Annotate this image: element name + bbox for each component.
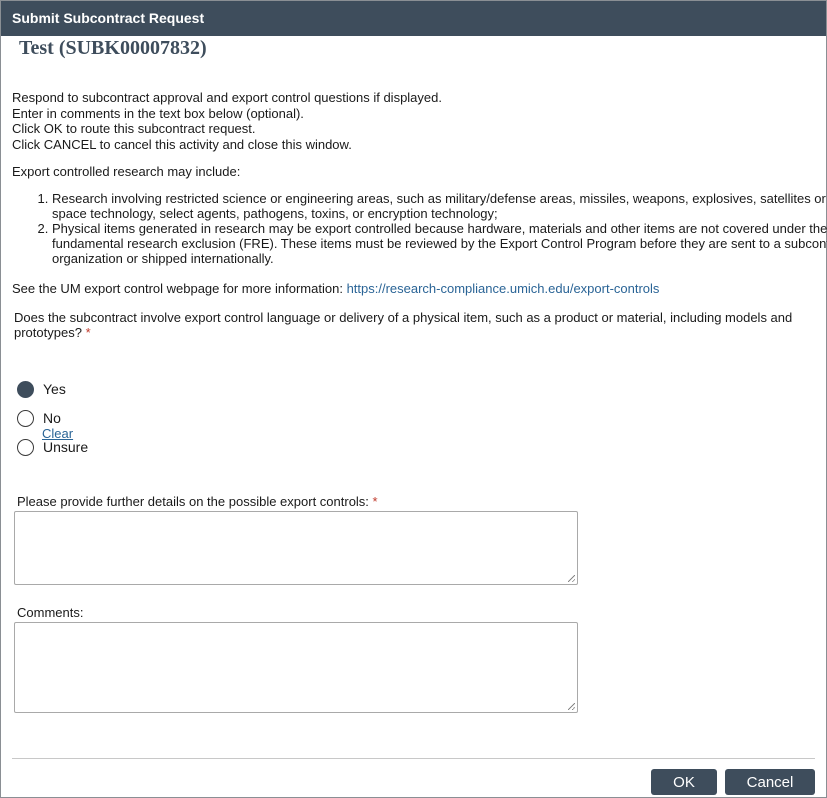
radio-option-no[interactable]: No [17, 408, 61, 428]
submit-subcontract-dialog: Submit Subcontract Request Test (SUBK000… [0, 0, 827, 798]
comments-textarea[interactable] [14, 622, 578, 713]
instructions: Respond to subcontract approval and expo… [12, 90, 812, 152]
required-marker: * [372, 494, 378, 509]
export-controls-item: Research involving restricted science or… [52, 191, 827, 221]
instruction-line: Enter in comments in the text box below … [12, 105, 304, 121]
details-textarea[interactable] [14, 511, 578, 585]
instruction-line: Click CANCEL to cancel this activity and… [12, 136, 352, 152]
radio-button-checked[interactable] [17, 380, 34, 398]
export-question-text: Does the subcontract involve export cont… [14, 310, 793, 340]
radio-label-no: No [43, 410, 61, 426]
comments-field-label: Comments: [17, 605, 84, 620]
export-controls-item: Physical items generated in research may… [52, 221, 827, 266]
export-controls-title: Export controlled research may include: [12, 164, 241, 179]
radio-button[interactable] [17, 409, 34, 427]
dialog-title: Submit Subcontract Request [1, 1, 826, 36]
more-info-text: See the UM export control webpage for mo… [12, 281, 347, 296]
resize-handle-icon[interactable] [568, 703, 575, 710]
more-info: See the UM export control webpage for mo… [12, 281, 659, 296]
required-marker: * [85, 325, 91, 340]
page-heading: Test (SUBK00007832) [19, 37, 207, 59]
radio-label-unsure: Unsure [43, 439, 89, 455]
radio-label-yes: Yes [43, 381, 66, 397]
radio-button[interactable] [17, 438, 34, 456]
details-label-text: Please provide further details on the po… [17, 494, 373, 509]
export-controls-link[interactable]: https://research-compliance.umich.edu/ex… [347, 281, 660, 296]
resize-handle-icon[interactable] [568, 575, 575, 582]
clear-selection-link[interactable]: Clear [42, 426, 73, 441]
cancel-button[interactable]: Cancel [725, 769, 815, 795]
ok-button[interactable]: OK [651, 769, 717, 795]
footer-divider [12, 758, 815, 759]
export-question: Does the subcontract involve export cont… [14, 310, 819, 340]
instruction-line: Respond to subcontract approval and expo… [12, 90, 442, 105]
export-controls-list: Research involving restricted science or… [12, 191, 827, 266]
details-field-label: Please provide further details on the po… [17, 494, 378, 509]
instruction-line: Click OK to route this subcontract reque… [12, 121, 256, 136]
radio-option-yes[interactable]: Yes [17, 379, 66, 399]
